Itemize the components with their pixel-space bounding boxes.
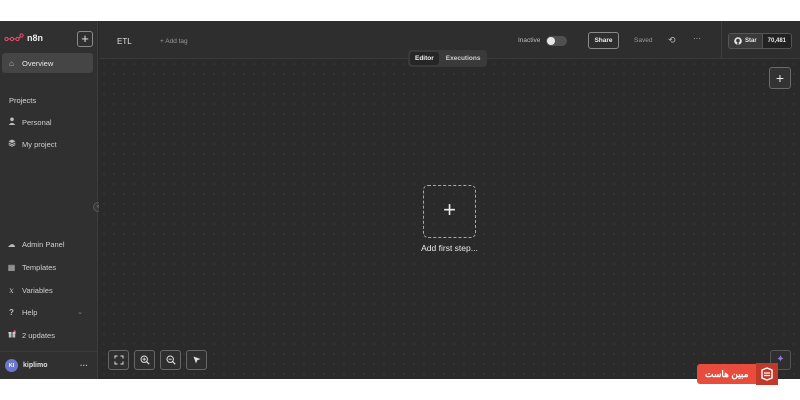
sidebar-item-variables[interactable]: x Variables (2, 280, 93, 300)
user-profile[interactable]: KI kiplimo ··· (0, 351, 98, 379)
sidebar-item-personal[interactable]: Personal (2, 112, 93, 132)
n8n-logo-icon (4, 33, 24, 42)
cursor-icon (193, 356, 200, 364)
watermark-text: مبین هاست (697, 364, 757, 384)
watermark: مبین هاست (697, 363, 800, 385)
sidebar-item-help[interactable]: ? Help ⌄ (2, 302, 93, 322)
add-first-step-label: Add first step... (421, 243, 478, 253)
n8n-app: n8n + ⌂ Overview Projects Personal My pr… (0, 21, 800, 379)
cloud-icon: ☁ (7, 239, 16, 249)
app-name: n8n (27, 33, 44, 43)
sidebar-item-label: Templates (22, 262, 57, 272)
save-status: Saved (634, 37, 653, 44)
layers-icon (7, 139, 16, 149)
sidebar-item-label: Personal (22, 117, 52, 127)
active-status-label: Inactive (518, 37, 541, 44)
sidebar-item-label: Admin Panel (22, 239, 65, 249)
add-node-button[interactable]: + (769, 67, 791, 89)
sidebar: n8n + ⌂ Overview Projects Personal My pr… (0, 21, 98, 379)
sidebar-item-overview[interactable]: ⌂ Overview (2, 53, 93, 73)
sidebar-item-updates[interactable]: 2 updates (2, 325, 93, 345)
sidebar-item-admin-panel[interactable]: ☁ Admin Panel (2, 234, 93, 254)
zoom-out-button[interactable] (160, 350, 181, 370)
home-icon: ⌂ (9, 58, 14, 68)
variables-icon: x (9, 285, 14, 295)
github-star-button[interactable]: Star 70,481 (728, 33, 793, 49)
chevron-down-icon: ⌄ (77, 309, 83, 316)
user-name: kiplimo (23, 362, 48, 369)
github-icon (734, 37, 742, 45)
sidebar-item-my-project[interactable]: My project (2, 134, 93, 154)
canvas-controls (108, 350, 207, 370)
templates-icon: ▦ (7, 262, 16, 272)
gift-icon (7, 330, 16, 340)
watermark-logo-icon (756, 363, 779, 385)
github-star-label: Star (745, 38, 757, 44)
sidebar-item-label: 2 updates (22, 330, 55, 340)
zoom-in-button[interactable] (134, 350, 155, 370)
sidebar-item-label: Overview (22, 58, 54, 68)
sidebar-item-label: My project (22, 139, 57, 149)
fit-view-button[interactable] (108, 350, 129, 370)
add-resource-button[interactable]: + (77, 31, 93, 47)
help-icon: ? (9, 307, 14, 317)
add-tag-button[interactable]: + Add tag (160, 38, 188, 45)
more-icon[interactable]: ··· (80, 361, 88, 370)
user-icon (7, 117, 16, 127)
github-star: Star (729, 34, 762, 48)
tab-executions[interactable]: Executions (441, 52, 486, 65)
avatar: KI (5, 359, 18, 372)
activate-toggle[interactable] (546, 36, 567, 46)
toggle-knob (547, 37, 555, 45)
history-icon[interactable]: ⟲ (668, 35, 676, 46)
workflow-canvas[interactable]: + + Add first step... ✦ (99, 59, 800, 379)
zoom-out-icon (165, 355, 176, 365)
fit-view-icon (114, 355, 123, 365)
sidebar-item-label: Variables (22, 285, 53, 295)
share-button[interactable]: Share (588, 32, 619, 49)
more-icon[interactable]: ··· (693, 34, 701, 43)
sidebar-item-label: Help (22, 307, 38, 317)
add-first-step-button[interactable]: + (423, 185, 476, 238)
tidy-up-button[interactable] (186, 350, 207, 370)
workflow-name[interactable]: ETL (117, 37, 132, 46)
sidebar-item-templates[interactable]: ▦ Templates (2, 257, 93, 277)
github-star-count: 70,481 (761, 34, 792, 48)
view-tabs: Editor Executions (408, 50, 488, 67)
n8n-logo[interactable]: n8n (4, 33, 43, 43)
zoom-in-icon (139, 355, 150, 365)
projects-heading: Projects (9, 96, 37, 105)
header-divider (721, 21, 722, 59)
tab-editor[interactable]: Editor (410, 52, 439, 65)
